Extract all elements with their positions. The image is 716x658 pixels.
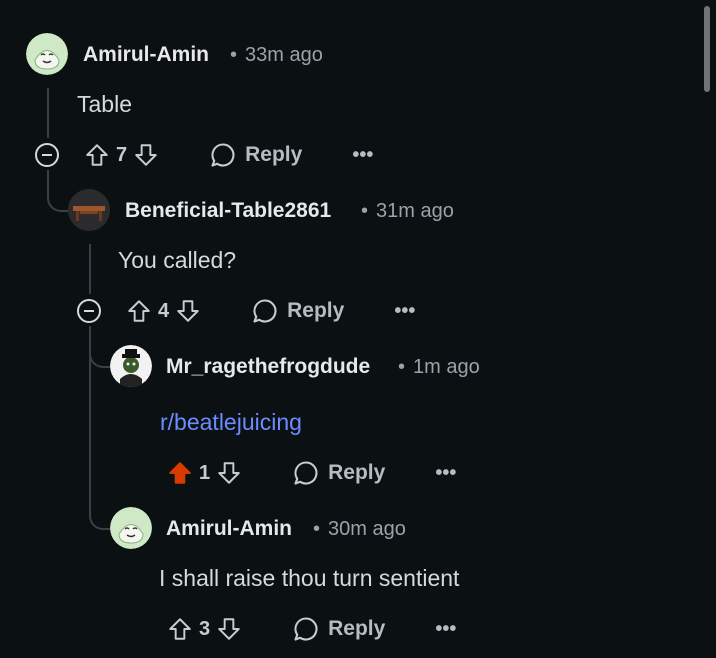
separator-dot: • (361, 200, 369, 222)
reply-button[interactable]: Reply (251, 297, 344, 325)
comment-username[interactable]: Mr_ragethefrogdude (166, 355, 370, 379)
downvote-icon[interactable] (133, 142, 159, 168)
collapse-thread-button[interactable] (77, 299, 101, 323)
avatar[interactable] (68, 189, 110, 231)
comment-actions: 4 Reply ••• (126, 293, 415, 329)
reply-button[interactable]: Reply (209, 141, 302, 169)
time-text: 31m ago (376, 200, 454, 222)
comment-actions: 3 Reply ••• (167, 611, 456, 647)
avatar[interactable] (110, 345, 152, 387)
upvote-icon[interactable] (126, 298, 152, 324)
comment-bubble-icon (294, 461, 318, 485)
avatar[interactable] (110, 507, 152, 549)
downvote-icon[interactable] (216, 616, 242, 642)
comment-bubble-icon (211, 143, 235, 167)
comment-username[interactable]: Amirul-Amin (83, 43, 209, 67)
separator-dot: • (230, 44, 238, 66)
comment-body: You called? (118, 247, 237, 273)
more-options-button[interactable]: ••• (394, 300, 415, 323)
comment-username[interactable]: Amirul-Amin (166, 517, 292, 541)
comment-timestamp: • 1m ago (398, 356, 480, 379)
collapse-thread-button[interactable] (35, 143, 59, 167)
comment-timestamp: • 30m ago (313, 518, 406, 541)
comment-username[interactable]: Beneficial-Table2861 (125, 199, 331, 223)
comment-bubble-icon (253, 299, 277, 323)
upvote-icon-active[interactable] (167, 460, 193, 486)
subreddit-link[interactable]: r/beatlejuicing (160, 409, 302, 436)
downvote-icon[interactable] (175, 298, 201, 324)
upvote-icon[interactable] (167, 616, 193, 642)
comment-body: I shall raise thou turn sentient (159, 565, 460, 591)
reply-label: Reply (287, 299, 345, 322)
time-text: 33m ago (245, 44, 323, 66)
thread-line (89, 244, 91, 294)
time-text: 30m ago (328, 518, 406, 540)
upvote-icon[interactable] (84, 142, 110, 168)
reply-button[interactable]: Reply (292, 459, 385, 487)
more-options-button[interactable]: ••• (435, 618, 456, 641)
comment-body: Table (77, 91, 132, 117)
comment-timestamp: • 31m ago (361, 200, 454, 223)
more-options-button[interactable]: ••• (435, 462, 456, 485)
separator-dot: • (313, 518, 321, 540)
reply-label: Reply (245, 143, 303, 166)
vote-count: 7 (116, 143, 128, 166)
comment-actions: 7 Reply ••• (84, 137, 373, 173)
more-options-button[interactable]: ••• (352, 144, 373, 167)
downvote-icon[interactable] (216, 460, 242, 486)
vote-count: 1 (199, 461, 211, 484)
comment-actions: 1 Reply ••• (167, 455, 456, 491)
thread-line (47, 88, 49, 138)
comment-timestamp: • 33m ago (230, 44, 323, 67)
vote-count: 3 (199, 617, 211, 640)
reply-button[interactable]: Reply (292, 615, 385, 643)
thread-branch (89, 482, 113, 530)
reply-label: Reply (328, 617, 386, 640)
avatar[interactable] (26, 33, 68, 75)
time-text: 1m ago (413, 356, 480, 378)
separator-dot: • (398, 356, 406, 378)
reply-label: Reply (328, 461, 386, 484)
scrollbar[interactable] (704, 6, 710, 92)
comment-bubble-icon (294, 617, 318, 641)
vote-count: 4 (158, 299, 170, 322)
